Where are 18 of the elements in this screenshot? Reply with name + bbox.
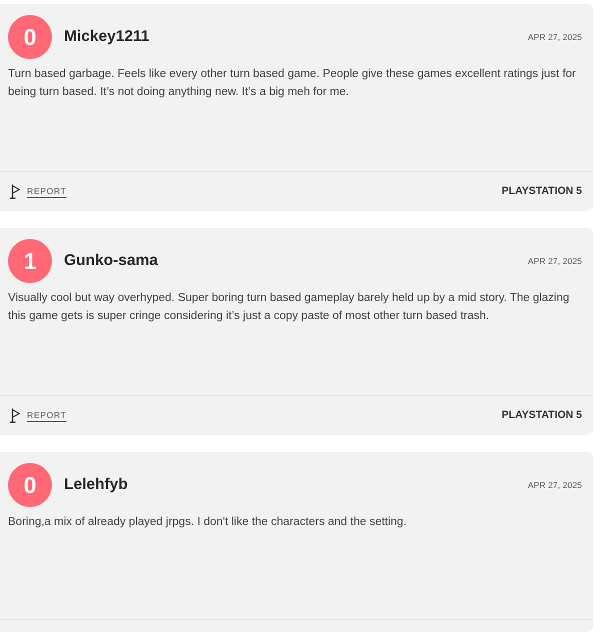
review-date: APR 27, 2025: [528, 478, 582, 492]
review-text: Visually cool but way overhyped. Super boring turn based gameplay barely held up by a mid story. The glazing this game gets is super cringe considering it’s just a copy paste of most other turn based trash.: [7, 291, 570, 324]
platform-label: PLAYSTATION 5: [502, 408, 582, 423]
review-text: Turn based garbage. Feels like every other turn based game. People give these games excellent ratings just for being turn based. It’s not doing anything new. It’s a big meh for me.: [7, 67, 577, 100]
review-score: 1: [8, 239, 52, 283]
username: Gunko-sama: [64, 251, 158, 272]
platform-label: PLAYSTATION 5: [502, 184, 582, 199]
review-date: APR 27, 2025: [528, 30, 582, 44]
flag-icon: [10, 408, 20, 423]
username: Mickey1211: [64, 27, 150, 48]
flag-icon: [10, 184, 20, 199]
username: Lelehfyb: [64, 475, 128, 496]
review-text: Boring,a mix of already played jrpgs. I don't like the characters and the setting.: [7, 515, 408, 530]
review-date: APR 27, 2025: [528, 254, 582, 268]
report-link[interactable]: REPORT: [10, 184, 66, 199]
report-link[interactable]: REPORT: [10, 408, 66, 423]
review-score: 0: [8, 15, 52, 59]
review-score: 0: [8, 463, 52, 507]
